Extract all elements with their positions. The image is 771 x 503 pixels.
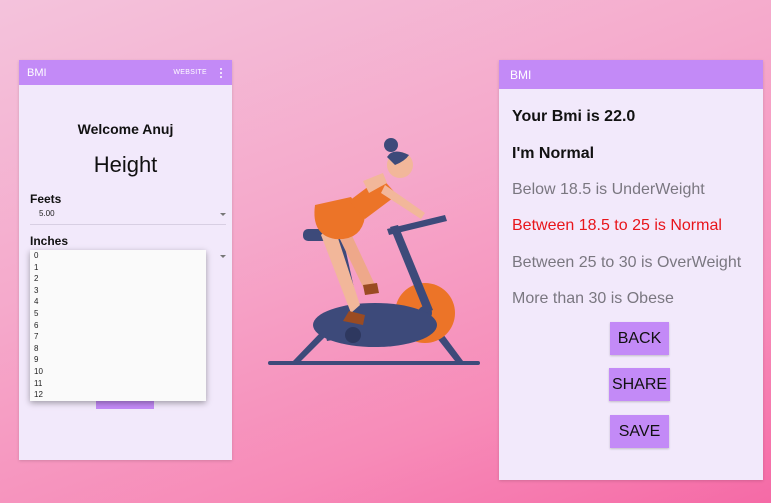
dropdown-option[interactable]: 1 (30, 262, 206, 274)
height-heading: Height (93, 152, 158, 177)
inches-dropdown[interactable]: 0 1 2 3 4 5 6 7 8 9 10 11 12 (30, 250, 206, 401)
range-overweight: Between 25 to 30 is OverWeight (512, 254, 742, 271)
result-screen: BMI Your Bmi is 22.0 I'm Normal Below 18… (499, 60, 763, 480)
bmi-result-text: Your Bmi is 22.0 (512, 108, 636, 125)
dropdown-option[interactable]: 9 (30, 354, 206, 366)
feet-label: Feets (30, 192, 62, 206)
dropdown-option[interactable]: 5 (30, 308, 206, 320)
welcome-text: Welcome Anuj (77, 121, 174, 137)
dropdown-option[interactable]: 2 (30, 273, 206, 285)
app-bar: BMI WEBSITE (19, 60, 232, 85)
dropdown-option[interactable]: 0 (30, 250, 206, 262)
range-obese: More than 30 is Obese (512, 290, 674, 307)
dropdown-option[interactable]: 8 (30, 343, 206, 355)
app-bar: BMI (499, 60, 763, 89)
range-underweight: Below 18.5 is UnderWeight (512, 181, 705, 198)
inches-label: Inches (30, 234, 69, 248)
range-normal: Between 18.5 to 25 is Normal (512, 217, 722, 234)
dropdown-option[interactable]: 3 (30, 285, 206, 297)
chevron-down-icon[interactable] (220, 255, 226, 258)
dropdown-option[interactable]: 6 (30, 320, 206, 332)
divider (30, 224, 226, 225)
share-button[interactable]: SHARE (609, 368, 670, 401)
dropdown-option[interactable]: 7 (30, 331, 206, 343)
dropdown-option[interactable]: 12 (30, 389, 206, 401)
dropdown-option[interactable]: 10 (30, 366, 206, 378)
save-button[interactable]: SAVE (610, 415, 669, 448)
feet-select[interactable]: 5.00 (39, 209, 55, 218)
dropdown-option[interactable]: 11 (30, 378, 206, 390)
dropdown-option[interactable]: 4 (30, 296, 206, 308)
woman-exercise-bike-illustration (268, 138, 480, 365)
app-title: BMI (27, 66, 47, 79)
website-link[interactable]: WEBSITE (173, 69, 207, 76)
more-vert-icon[interactable] (217, 67, 225, 78)
bmi-status-text: I'm Normal (512, 145, 595, 162)
back-button[interactable]: BACK (610, 322, 669, 355)
app-title: BMI (510, 67, 532, 82)
chevron-down-icon[interactable] (220, 213, 226, 216)
